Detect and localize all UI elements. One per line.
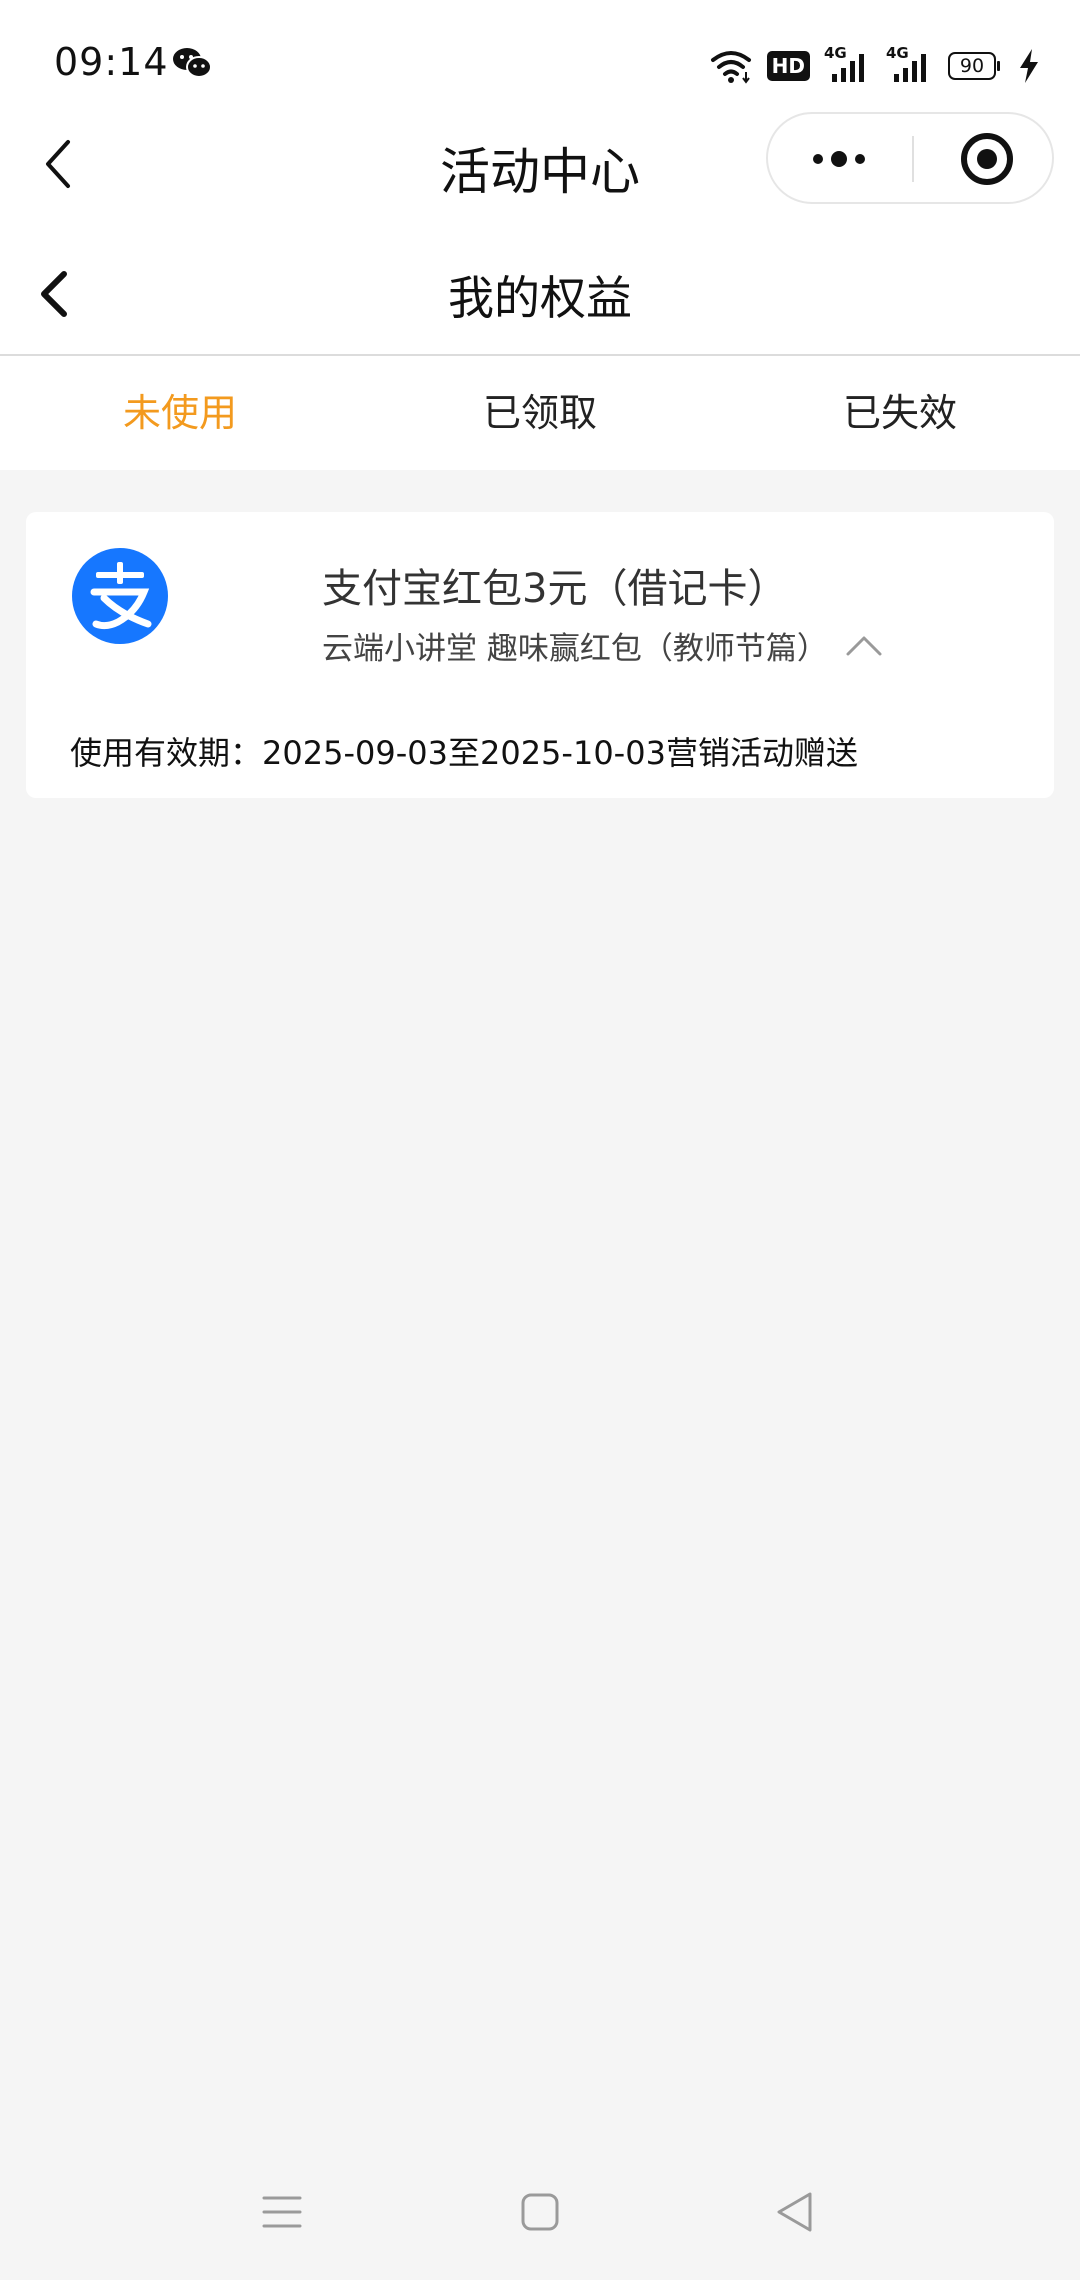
benefit-card[interactable]: 支付宝红包3元（借记卡） 云端小讲堂 趣味赢红包（教师节篇） 使用有效期：202…: [26, 512, 1054, 798]
benefit-tabs: 未使用 已领取 已失效: [0, 356, 1080, 470]
charging-icon: [1020, 49, 1038, 83]
benefit-title: 支付宝红包3元（借记卡）: [322, 566, 788, 612]
page-header: 我的权益: [0, 220, 1080, 356]
mini-program-header: 活动中心: [0, 110, 1080, 220]
capsule-menu: [766, 112, 1054, 204]
benefit-validity: 使用有效期：2025-09-03至2025-10-03营销活动赠送: [70, 734, 858, 772]
battery-level: 90: [948, 52, 996, 80]
tab-unused[interactable]: 未使用: [0, 356, 360, 470]
status-icons: HD 4G 4G 90: [709, 44, 1040, 88]
benefit-subtitle: 云端小讲堂 趣味赢红包（教师节篇）: [322, 631, 828, 667]
capsule-divider: [912, 136, 914, 182]
home-icon[interactable]: [520, 2192, 560, 2232]
signal-icon: 4G: [824, 44, 872, 84]
wechat-icon: [173, 48, 212, 78]
wifi-icon: [710, 51, 751, 84]
more-icon[interactable]: [804, 134, 874, 184]
chevron-up-icon[interactable]: [844, 634, 884, 658]
status-time: 09:14: [54, 40, 169, 84]
back-icon[interactable]: [774, 2190, 814, 2234]
menu-icon[interactable]: [262, 2192, 302, 2232]
system-nav-bar: [0, 2160, 1080, 2280]
tab-claimed[interactable]: 已领取: [360, 356, 720, 470]
page-title: 我的权益: [448, 271, 632, 325]
alipay-logo-icon: [72, 548, 168, 644]
signal-icon: 4G: [886, 44, 934, 84]
tab-expired[interactable]: 已失效: [720, 356, 1080, 470]
close-icon[interactable]: [960, 132, 1014, 186]
battery-icon: 90: [948, 52, 1000, 80]
hd-badge: HD: [766, 51, 810, 81]
